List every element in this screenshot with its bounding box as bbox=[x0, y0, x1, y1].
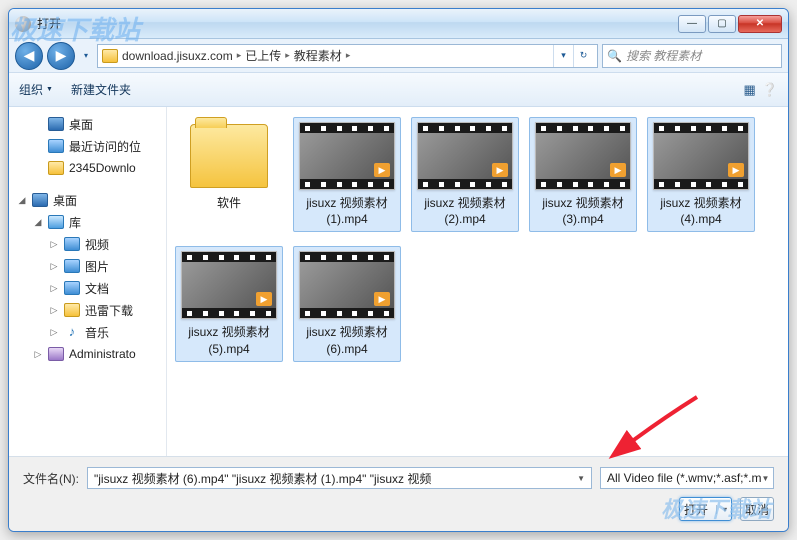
file-label: jisuxz 视频素材 (1).mp4 bbox=[298, 195, 396, 227]
tree-node-music[interactable]: ▷♪音乐 bbox=[9, 321, 166, 343]
history-dropdown[interactable]: ▾ bbox=[79, 46, 93, 66]
toolbar: 组织▼ 新建文件夹 ▦ ❔ bbox=[9, 73, 788, 107]
play-icon: ▶ bbox=[728, 163, 744, 177]
tree-node-picture[interactable]: ▷图片 bbox=[9, 255, 166, 277]
nav-row: ◀ ▶ ▾ download.jisuxz.com ▸ 已上传 ▸ 教程素材 ▸… bbox=[9, 39, 788, 73]
folder-icon bbox=[102, 49, 118, 63]
organize-menu[interactable]: 组织▼ bbox=[19, 81, 53, 98]
video-thumbnail: ▶ bbox=[417, 122, 513, 190]
refresh-button[interactable]: ↻ bbox=[573, 45, 593, 67]
video-thumbnail: ▶ bbox=[535, 122, 631, 190]
maximize-button[interactable]: ▢ bbox=[708, 15, 736, 33]
video-thumbnail: ▶ bbox=[653, 122, 749, 190]
tree-node-xunlei[interactable]: ▷迅雷下载 bbox=[9, 299, 166, 321]
view-mode-button[interactable]: ▦ bbox=[744, 82, 756, 98]
help-button[interactable]: ❔ bbox=[762, 82, 778, 98]
file-label: jisuxz 视频素材 (4).mp4 bbox=[652, 195, 750, 227]
tree-node-document[interactable]: ▷文档 bbox=[9, 277, 166, 299]
open-button[interactable]: 打开▾ bbox=[679, 497, 732, 521]
window-title: 打开 bbox=[37, 15, 61, 32]
app-icon bbox=[15, 16, 31, 32]
video-file-item[interactable]: ▶ jisuxz 视频素材 (1).mp4 bbox=[293, 117, 401, 232]
tree-node-2345download[interactable]: 2345Downlo bbox=[9, 157, 166, 179]
tree-node-library[interactable]: ◢库 bbox=[9, 211, 166, 233]
search-input[interactable]: 🔍 搜索 教程素材 bbox=[602, 44, 782, 68]
new-folder-button[interactable]: 新建文件夹 bbox=[71, 81, 131, 98]
address-bar[interactable]: download.jisuxz.com ▸ 已上传 ▸ 教程素材 ▸ ▾ ↻ bbox=[97, 44, 598, 68]
play-icon: ▶ bbox=[256, 292, 272, 306]
forward-button[interactable]: ▶ bbox=[47, 42, 75, 70]
filename-input[interactable]: "jisuxz 视频素材 (6).mp4" "jisuxz 视频素材 (1).m… bbox=[87, 467, 592, 489]
chevron-right-icon[interactable]: ▸ bbox=[346, 50, 351, 61]
play-icon: ▶ bbox=[374, 163, 390, 177]
video-file-item[interactable]: ▶ jisuxz 视频素材 (6).mp4 bbox=[293, 246, 401, 361]
filetype-filter[interactable]: All Video file (*.wmv;*.asf;*.m▼ bbox=[600, 467, 774, 489]
file-label: 软件 bbox=[217, 195, 241, 211]
filename-label: 文件名(N): bbox=[23, 470, 79, 487]
tree-node-recent[interactable]: 最近访问的位 bbox=[9, 135, 166, 157]
open-dialog-window: 打开 — ▢ ✕ ◀ ▶ ▾ download.jisuxz.com ▸ 已上传… bbox=[8, 8, 789, 532]
chevron-right-icon[interactable]: ▸ bbox=[237, 50, 242, 61]
file-label: jisuxz 视频素材 (2).mp4 bbox=[416, 195, 514, 227]
file-list[interactable]: 软件 ▶ jisuxz 视频素材 (1).mp4 ▶ jisuxz 视频素材 (… bbox=[167, 107, 788, 456]
breadcrumb[interactable]: 教程素材 bbox=[294, 47, 342, 64]
folder-icon bbox=[190, 124, 268, 188]
video-thumbnail: ▶ bbox=[299, 122, 395, 190]
video-thumbnail: ▶ bbox=[181, 251, 277, 319]
file-label: jisuxz 视频素材 (3).mp4 bbox=[534, 195, 632, 227]
nav-tree: 桌面 最近访问的位 2345Downlo ◢桌面 ◢库 ▷视频 ▷图片 ▷文档 … bbox=[9, 107, 167, 456]
search-placeholder: 搜索 教程素材 bbox=[626, 47, 701, 64]
video-file-item[interactable]: ▶ jisuxz 视频素材 (2).mp4 bbox=[411, 117, 519, 232]
tree-node-video[interactable]: ▷视频 bbox=[9, 233, 166, 255]
file-label: jisuxz 视频素材 (6).mp4 bbox=[298, 324, 396, 356]
play-icon: ▶ bbox=[492, 163, 508, 177]
chevron-down-icon: ▼ bbox=[577, 474, 585, 483]
tree-node-administrator[interactable]: ▷Administrato bbox=[9, 343, 166, 365]
minimize-button[interactable]: — bbox=[678, 15, 706, 33]
open-split-dropdown[interactable]: ▾ bbox=[716, 505, 727, 514]
close-button[interactable]: ✕ bbox=[738, 15, 782, 33]
chevron-down-icon: ▼ bbox=[762, 474, 770, 483]
breadcrumb[interactable]: download.jisuxz.com bbox=[122, 49, 233, 63]
tree-node-desktop-root[interactable]: ◢桌面 bbox=[9, 189, 166, 211]
video-file-item[interactable]: ▶ jisuxz 视频素材 (3).mp4 bbox=[529, 117, 637, 232]
back-button[interactable]: ◀ bbox=[15, 42, 43, 70]
breadcrumb[interactable]: 已上传 bbox=[245, 47, 281, 64]
tree-node-desktop[interactable]: 桌面 bbox=[9, 113, 166, 135]
title-bar[interactable]: 打开 — ▢ ✕ bbox=[9, 9, 788, 39]
video-thumbnail: ▶ bbox=[299, 251, 395, 319]
chevron-right-icon[interactable]: ▸ bbox=[285, 50, 290, 61]
address-dropdown[interactable]: ▾ bbox=[553, 45, 573, 67]
cancel-button[interactable]: 取消 bbox=[740, 497, 774, 521]
search-icon: 🔍 bbox=[607, 49, 622, 63]
play-icon: ▶ bbox=[374, 292, 390, 306]
video-file-item[interactable]: ▶ jisuxz 视频素材 (5).mp4 bbox=[175, 246, 283, 361]
play-icon: ▶ bbox=[610, 163, 626, 177]
dialog-footer: 文件名(N): "jisuxz 视频素材 (6).mp4" "jisuxz 视频… bbox=[9, 456, 788, 531]
video-file-item[interactable]: ▶ jisuxz 视频素材 (4).mp4 bbox=[647, 117, 755, 232]
file-label: jisuxz 视频素材 (5).mp4 bbox=[180, 324, 278, 356]
folder-item[interactable]: 软件 bbox=[175, 117, 283, 232]
